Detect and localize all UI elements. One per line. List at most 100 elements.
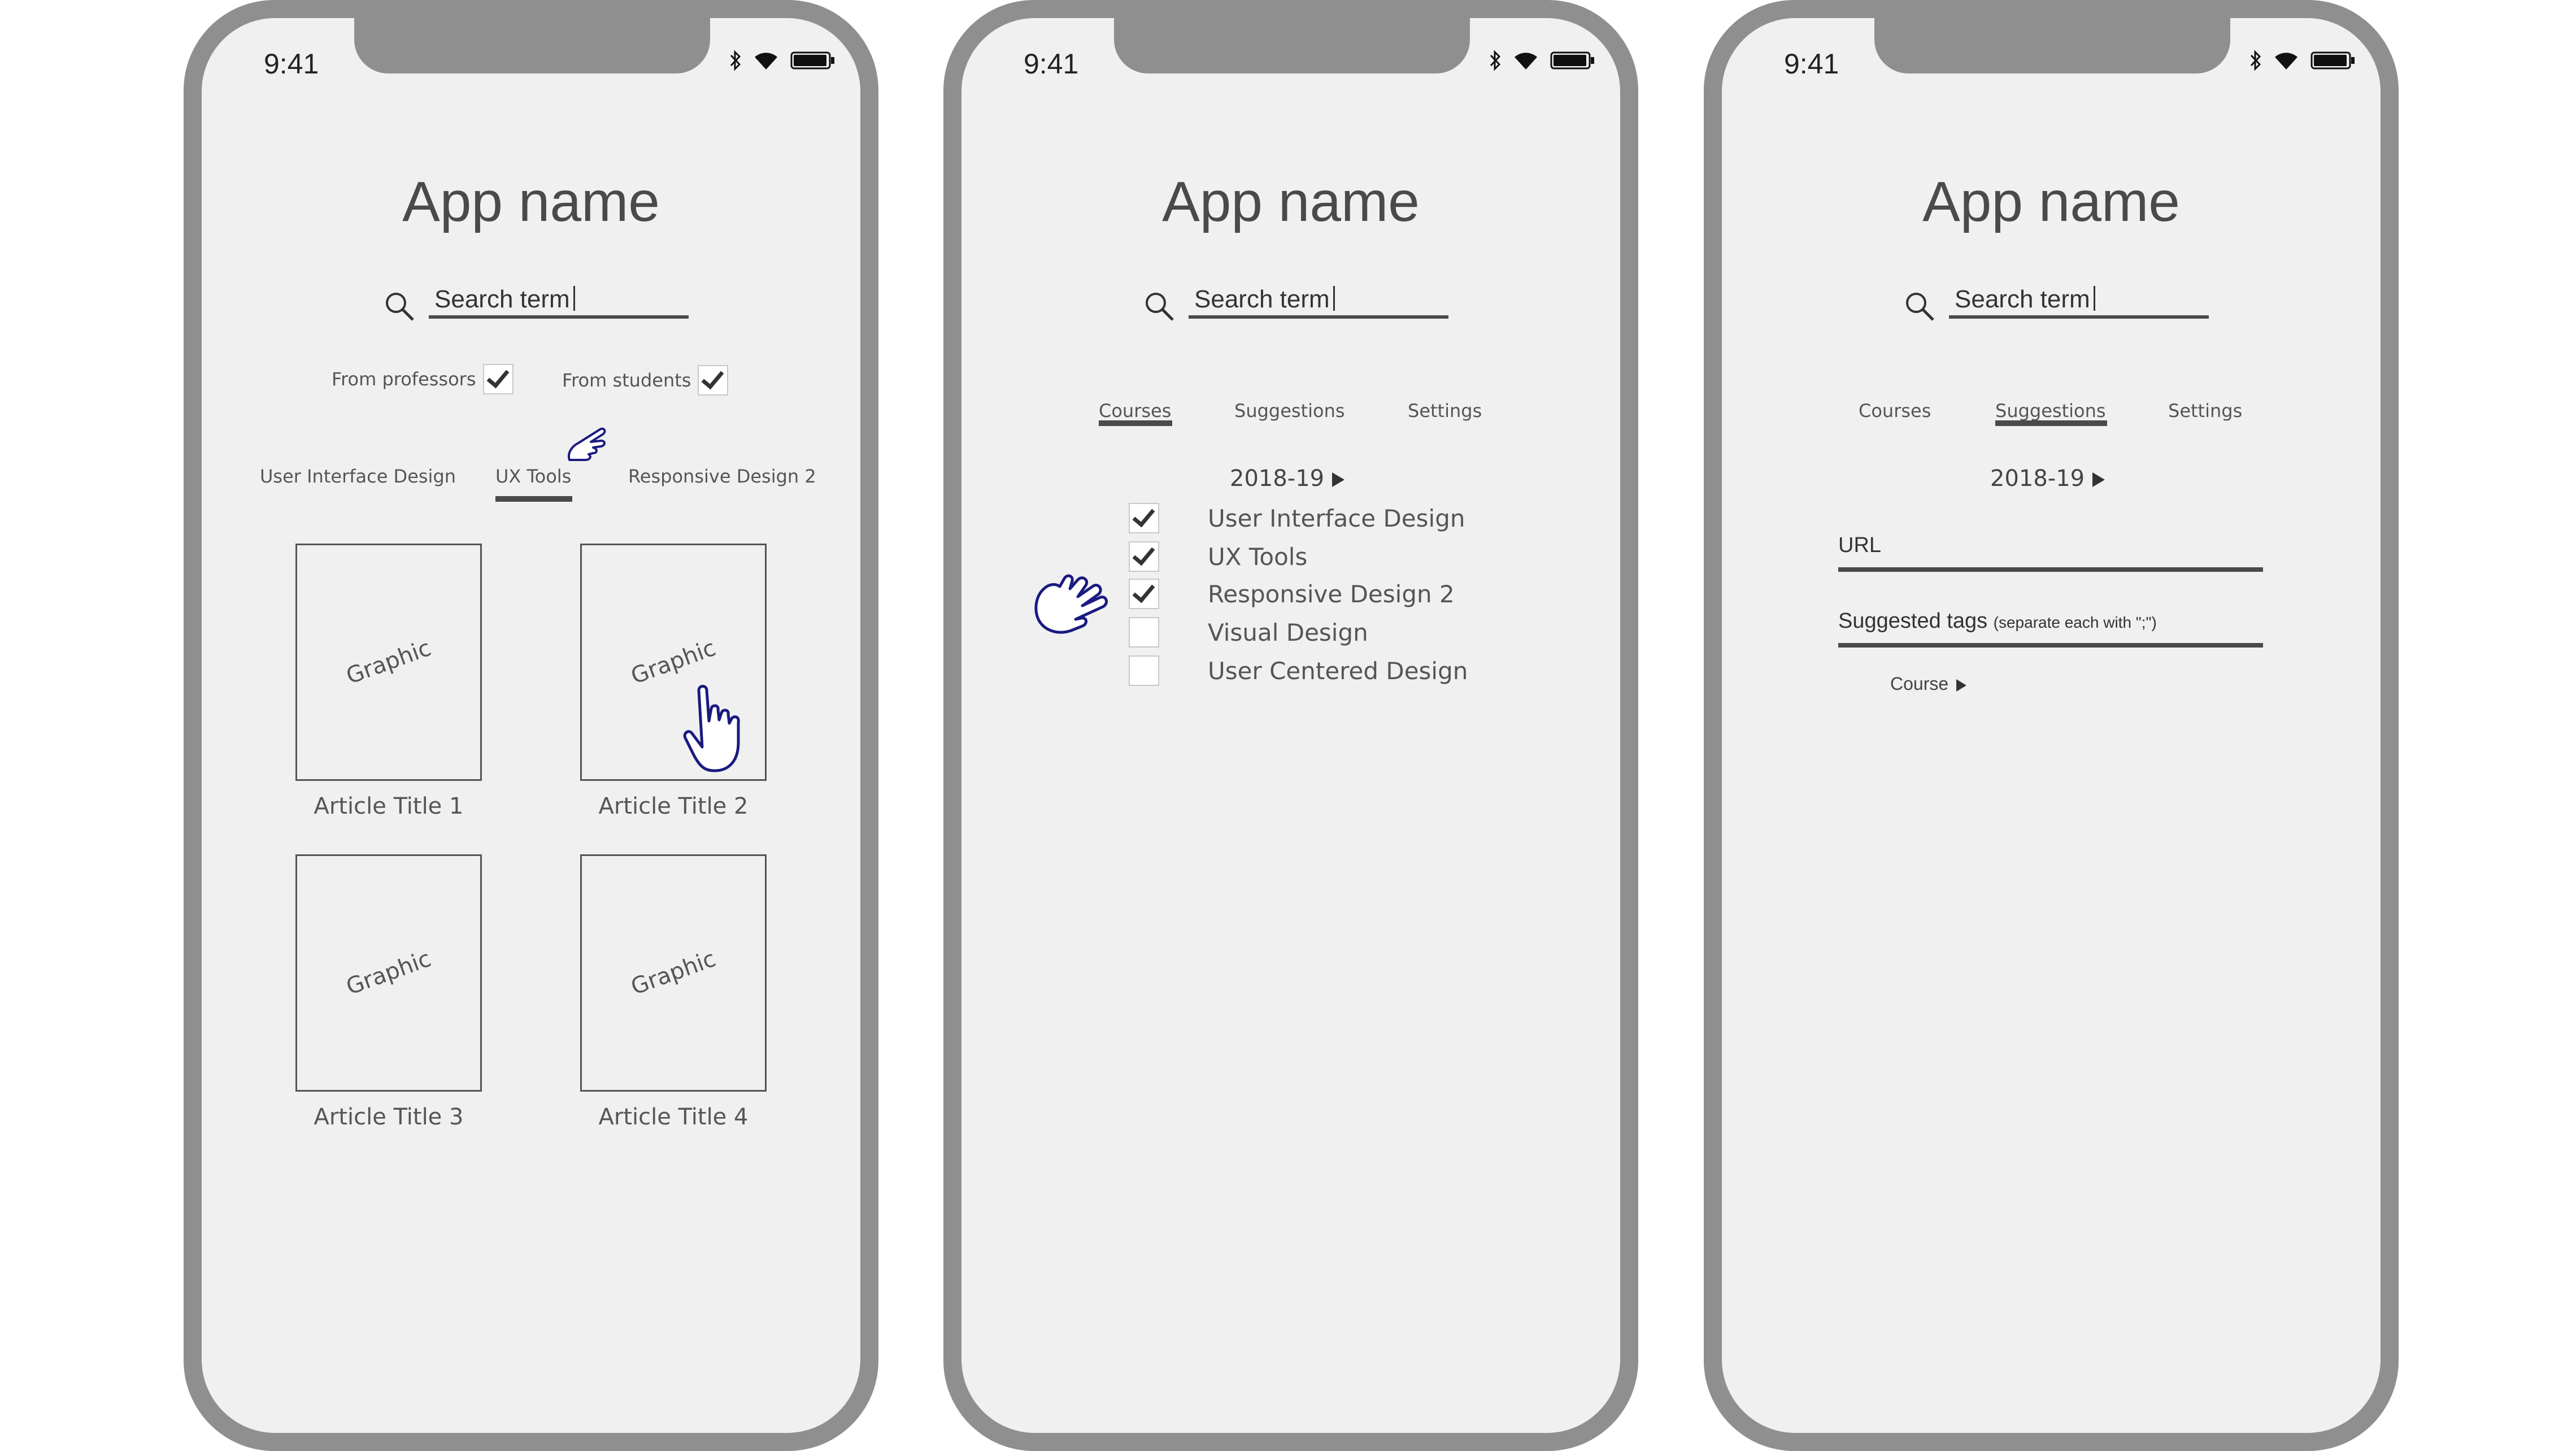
checkbox-from-students[interactable] [698,365,729,396]
course-checkbox[interactable] [1129,617,1159,648]
text-caret [573,286,575,311]
battery-icon [790,51,834,69]
play-arrow-icon [2092,472,2105,487]
article-title-3[interactable]: Article Title 3 [276,1104,502,1130]
course-selector[interactable]: Course [1890,674,1967,694]
article-title-1[interactable]: Article Title 1 [276,793,502,819]
status-time: 9:41 [1784,48,1839,80]
course-checkbox[interactable] [1129,655,1159,686]
play-arrow-icon [1956,679,1967,692]
year-label: 2018-19 [1990,466,2085,492]
status-time: 9:41 [264,48,319,80]
article-card-3[interactable]: Graphic [295,854,482,1092]
course-row-3[interactable]: Responsive Design 2 [1129,579,1455,609]
pointer-hand-icon [1034,574,1108,634]
tab-settings[interactable]: Settings [1408,400,1482,422]
active-tab-indicator [495,496,572,502]
article-card-4[interactable]: Graphic [580,854,767,1092]
phone-1-screen: 9:41 App name Search term From professor… [202,18,860,1433]
search-bar[interactable]: Search term [384,273,700,324]
course-label: UX Tools [1208,542,1308,571]
tags-hint-text: (separate each with ";") [1993,614,2157,631]
wifi-icon [755,53,777,69]
phone-2: 9:41 App name Search term Courses Sugges… [943,0,1638,1451]
course-checkbox[interactable] [1129,579,1159,609]
checkbox-from-professors[interactable] [482,364,514,394]
search-bar[interactable]: Search term [1904,273,2220,324]
search-input[interactable]: Search term [1949,284,2209,319]
wifi-icon [2275,53,2297,69]
graphic-placeholder: Graphic [627,945,720,1001]
graphic-placeholder: Graphic [342,945,435,1001]
url-input[interactable] [1838,567,2263,572]
course-selector-label: Course [1890,674,1949,694]
notch [1874,18,2230,73]
filter-from-professors[interactable]: From professors [332,364,514,394]
battery-icon [1550,51,1594,69]
active-tab-indicator [1099,420,1172,426]
course-checkbox[interactable] [1129,503,1159,533]
status-icons [1489,50,1595,71]
graphic-placeholder: Graphic [627,635,720,690]
phone-1: 9:41 App name Search term From professor… [184,0,878,1451]
battery-icon [2310,51,2355,69]
status-icons [2249,50,2356,71]
tab-user-interface-design[interactable]: User Interface Design [260,466,456,487]
bluetooth-icon [730,50,741,71]
course-label: User Interface Design [1208,504,1465,532]
course-label: User Centered Design [1208,657,1468,685]
course-row-1[interactable]: User Interface Design [1129,503,1465,533]
play-arrow-icon [1332,472,1345,487]
search-input[interactable]: Search term [429,284,689,319]
course-row-4[interactable]: Visual Design [1129,617,1368,648]
course-checkbox[interactable] [1129,541,1159,572]
tab-ux-tools[interactable]: UX Tools [495,466,571,487]
suggested-tags-label: Suggested tags (separate each with ";") [1838,609,2157,633]
notch [354,18,710,73]
year-selector[interactable]: 2018-19 [1230,466,1345,492]
tags-label-text: Suggested tags [1838,609,1988,633]
year-label: 2018-19 [1230,466,1325,492]
year-selector[interactable]: 2018-19 [1990,466,2105,492]
course-row-5[interactable]: User Centered Design [1129,655,1468,686]
notch [1114,18,1470,73]
search-icon[interactable] [384,290,415,322]
tab-suggestions[interactable]: Suggestions [1995,400,2106,422]
tab-suggestions[interactable]: Suggestions [1234,400,1345,422]
tap-hand-icon [683,685,740,772]
bluetooth-icon [1490,50,1501,71]
app-title: App name [402,170,660,233]
article-card-1[interactable]: Graphic [295,544,482,781]
search-value: Search term [1194,285,1330,313]
tab-courses[interactable]: Courses [1099,400,1171,422]
search-bar[interactable]: Search term [1143,273,1460,324]
pointer-hand-icon [568,427,606,461]
app-title: App name [1922,170,2180,233]
filter-from-students[interactable]: From students [562,365,729,396]
app-title: App name [1162,170,1420,233]
text-caret [1333,286,1335,311]
search-value: Search term [1955,285,2090,313]
filter-label: From students [562,370,691,391]
course-label: Visual Design [1208,618,1368,646]
tab-responsive-design-2[interactable]: Responsive Design 2 [628,466,816,487]
phone-2-screen: 9:41 App name Search term Courses Sugges… [961,18,1620,1433]
course-label: Responsive Design 2 [1208,580,1455,608]
search-icon[interactable] [1143,290,1175,322]
tab-courses[interactable]: Courses [1859,400,1931,422]
bluetooth-icon [2250,50,2261,71]
article-title-2[interactable]: Article Title 2 [560,793,786,819]
phone-3: 9:41 App name Search term Courses Sugges… [1704,0,2399,1451]
url-label: URL [1838,533,1882,557]
search-value: Search term [434,285,570,313]
tab-settings[interactable]: Settings [2168,400,2242,422]
search-icon[interactable] [1904,290,1935,322]
search-input[interactable]: Search term [1189,284,1448,319]
suggested-tags-input[interactable] [1838,643,2263,648]
status-time: 9:41 [1024,48,1079,80]
status-icons [729,50,836,71]
course-row-2[interactable]: UX Tools [1129,541,1307,572]
wifi-icon [1515,53,1537,69]
graphic-placeholder: Graphic [342,635,435,690]
article-title-4[interactable]: Article Title 4 [560,1104,786,1130]
